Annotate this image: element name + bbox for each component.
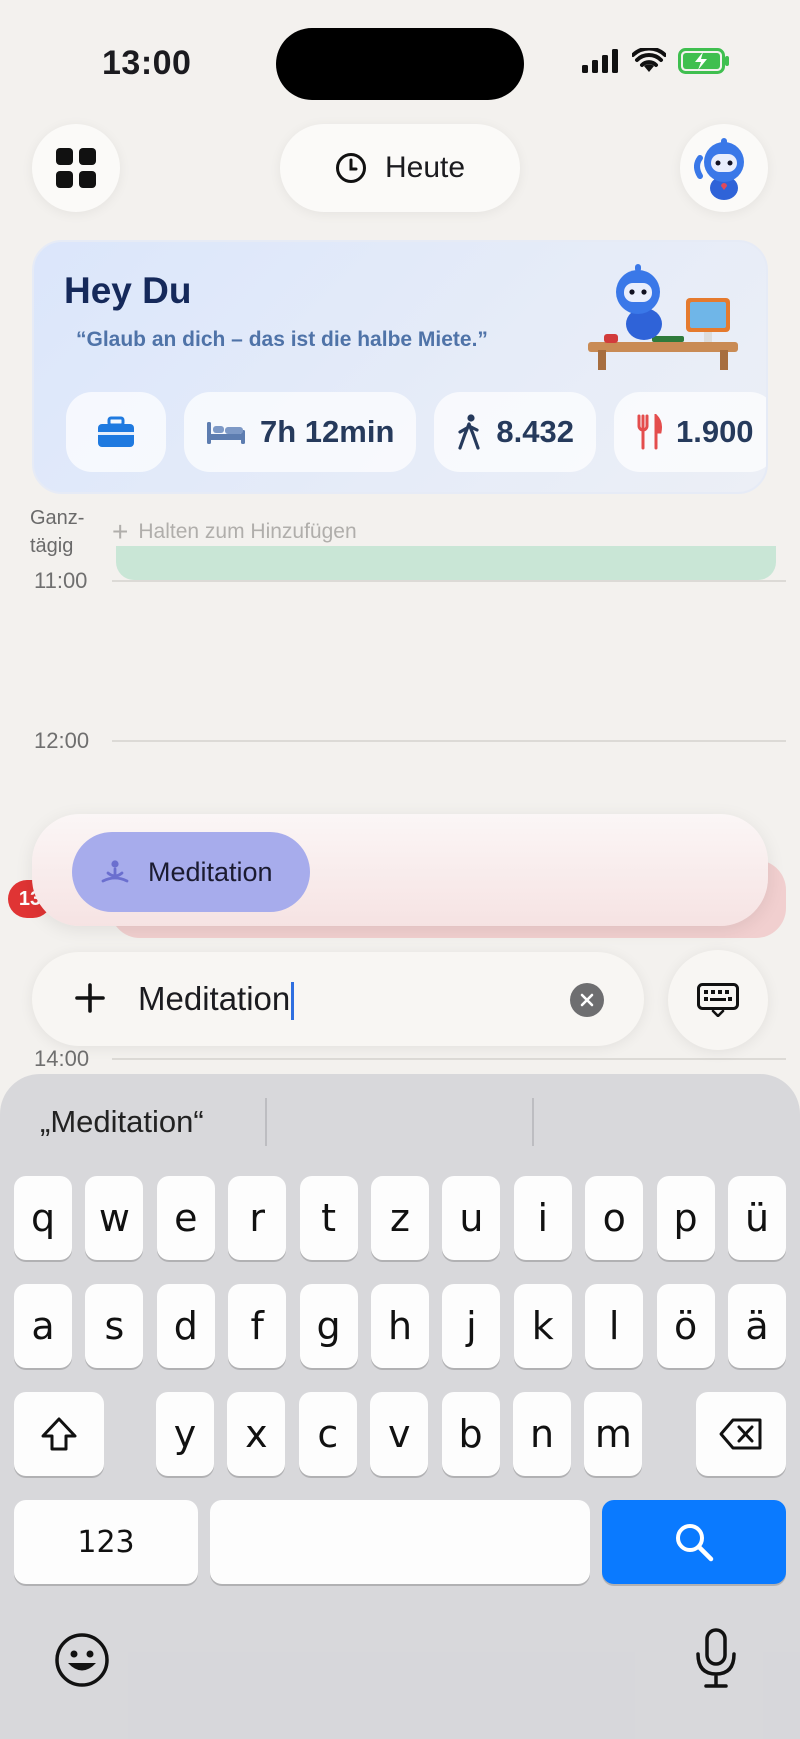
key-ö[interactable]: ö bbox=[656, 1284, 715, 1368]
grid-icon bbox=[56, 148, 96, 188]
cellular-signal-icon bbox=[582, 49, 618, 73]
key-k[interactable]: k bbox=[513, 1284, 572, 1368]
search-key[interactable] bbox=[602, 1500, 786, 1584]
key-p[interactable]: p bbox=[656, 1176, 715, 1260]
briefcase-icon bbox=[98, 416, 134, 447]
input-value: Meditation bbox=[138, 980, 291, 1017]
steps-value: 8.432 bbox=[496, 414, 574, 449]
sleep-value: 7h 12min bbox=[260, 414, 395, 449]
key-d[interactable]: d bbox=[156, 1284, 215, 1368]
steps-chip[interactable]: 8.432 bbox=[434, 392, 596, 472]
autocorrect-suggestion[interactable]: „Meditation“ bbox=[40, 1104, 204, 1140]
quick-add-input-field[interactable] bbox=[32, 952, 644, 1046]
emoji-key[interactable] bbox=[54, 1632, 110, 1693]
hour-label-14: 14:00 bbox=[34, 1046, 90, 1071]
key-o[interactable]: o bbox=[585, 1176, 644, 1260]
backspace-key[interactable] bbox=[696, 1392, 786, 1476]
search-icon bbox=[676, 1524, 714, 1562]
calories-chip[interactable]: 1.900 bbox=[613, 392, 766, 472]
hour-line-11 bbox=[112, 580, 786, 582]
numbers-key[interactable]: 123 bbox=[14, 1500, 198, 1584]
calendar-event-green[interactable] bbox=[116, 546, 776, 580]
emoji-icon bbox=[55, 1633, 109, 1687]
sleep-bed-icon bbox=[207, 422, 245, 444]
plus-icon: + bbox=[112, 516, 129, 547]
key-b[interactable]: b bbox=[441, 1392, 500, 1476]
dynamic-island bbox=[276, 28, 524, 100]
greeting-card[interactable]: Hey Du “Glaub an dich – das ist die halb… bbox=[32, 240, 768, 494]
clear-input-button[interactable] bbox=[570, 983, 604, 1017]
backspace-icon bbox=[719, 1418, 762, 1450]
key-l[interactable]: l bbox=[585, 1284, 644, 1368]
shift-key[interactable] bbox=[14, 1392, 104, 1476]
key-r[interactable]: r bbox=[228, 1176, 287, 1260]
key-v[interactable]: v bbox=[370, 1392, 429, 1476]
meditation-event-chip[interactable]: Meditation bbox=[72, 832, 310, 912]
meditation-label: Meditation bbox=[148, 856, 273, 887]
robot-at-desk-illustration bbox=[588, 264, 738, 370]
suggestion-divider bbox=[532, 1098, 534, 1146]
microphone-icon bbox=[696, 1628, 736, 1688]
greeting-title: Hey Du bbox=[64, 270, 192, 311]
key-i[interactable]: i bbox=[513, 1176, 572, 1260]
sleep-chip[interactable]: 7h 12min bbox=[184, 392, 417, 472]
status-time: 13:00 bbox=[102, 44, 192, 82]
key-f[interactable]: f bbox=[228, 1284, 287, 1368]
battery-charging-icon bbox=[678, 48, 729, 74]
dictation-key[interactable] bbox=[694, 1628, 738, 1693]
key-ü[interactable]: ü bbox=[728, 1176, 786, 1260]
calories-value: 1.900 bbox=[675, 414, 754, 449]
keyboard-toggle-button[interactable] bbox=[668, 950, 768, 1050]
stats-chips: 7h 12min 8.432 1.900 bbox=[66, 392, 766, 472]
motivation-quote: “Glaub an dich – das ist die halbe Miete… bbox=[76, 328, 488, 351]
profile-avatar-button[interactable] bbox=[680, 124, 768, 212]
keyboard-icon bbox=[697, 983, 739, 1017]
key-j[interactable]: j bbox=[442, 1284, 501, 1368]
quick-add-input-text[interactable]: Meditation bbox=[138, 978, 295, 1021]
meditation-icon bbox=[101, 860, 129, 883]
key-q[interactable]: q bbox=[14, 1176, 72, 1260]
key-h[interactable]: h bbox=[371, 1284, 429, 1368]
key-c[interactable]: c bbox=[298, 1392, 357, 1476]
text-caret bbox=[291, 982, 295, 1021]
key-x[interactable]: x bbox=[227, 1392, 286, 1476]
allday-label: Ganz- tägig bbox=[30, 507, 85, 557]
add-event-hint[interactable]: + Halten zum Hinzufügen bbox=[112, 518, 357, 546]
today-button[interactable]: Heute bbox=[280, 124, 520, 212]
key-ä[interactable]: ä bbox=[728, 1284, 786, 1368]
walking-icon bbox=[458, 414, 480, 450]
add-button[interactable] bbox=[68, 976, 112, 1020]
hour-line-14 bbox=[112, 1058, 786, 1060]
key-g[interactable]: g bbox=[299, 1284, 358, 1368]
hour-line-12 bbox=[112, 740, 786, 742]
menu-grid-button[interactable] bbox=[32, 124, 120, 212]
key-s[interactable]: s bbox=[85, 1284, 144, 1368]
status-icons bbox=[582, 48, 730, 74]
hold-hint-label: Halten zum Hinzufügen bbox=[138, 520, 357, 543]
robot-mascot-avatar bbox=[694, 138, 744, 200]
hour-label-12: 12:00 bbox=[34, 728, 90, 753]
fork-knife-icon bbox=[637, 414, 662, 450]
key-m[interactable]: m bbox=[584, 1392, 643, 1476]
key-t[interactable]: t bbox=[299, 1176, 358, 1260]
key-z[interactable]: z bbox=[371, 1176, 429, 1260]
space-key[interactable] bbox=[210, 1500, 590, 1584]
key-a[interactable]: a bbox=[14, 1284, 72, 1368]
suggestion-divider bbox=[265, 1098, 267, 1146]
key-w[interactable]: w bbox=[85, 1176, 144, 1260]
close-icon bbox=[580, 993, 594, 1007]
key-y[interactable]: y bbox=[156, 1392, 214, 1476]
plus-icon bbox=[75, 983, 105, 1013]
clock-icon bbox=[335, 153, 366, 183]
key-e[interactable]: e bbox=[156, 1176, 215, 1260]
shift-icon bbox=[41, 1417, 77, 1451]
today-label: Heute bbox=[384, 151, 466, 184]
key-u[interactable]: u bbox=[442, 1176, 501, 1260]
wifi-icon bbox=[632, 48, 666, 72]
key-n[interactable]: n bbox=[513, 1392, 571, 1476]
hour-label-11: 11:00 bbox=[34, 568, 88, 593]
work-chip[interactable] bbox=[66, 392, 166, 472]
